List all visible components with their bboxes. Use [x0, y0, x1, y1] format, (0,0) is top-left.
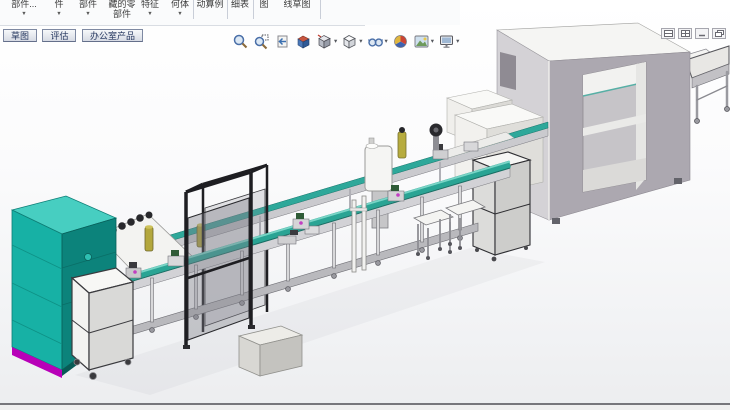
section-view-button[interactable]: [294, 32, 313, 50]
display-style-icon: [341, 33, 358, 50]
tab-evaluate[interactable]: 评估: [42, 29, 76, 42]
previous-view-icon: [274, 33, 291, 50]
ribbon-button-insert-components[interactable]: 部件... ▼: [2, 0, 46, 17]
chevron-down-icon: ▼: [85, 11, 90, 17]
heads-up-view-toolbar: ▾ ▾ ▾ ▾: [231, 32, 460, 50]
view-settings-icon: [438, 33, 455, 50]
command-manager-ribbon: 部件... ▼ 件 ▼ 部件 ▼ 藏的零 部件 特征 ▼ 何体 ▼ 动算例 细表…: [0, 0, 460, 25]
tab-office-products[interactable]: 办公室产品: [82, 29, 143, 42]
zoom-to-area-button[interactable]: [252, 32, 271, 50]
apply-scene-button[interactable]: ▾: [412, 32, 435, 50]
hide-show-items-icon: [367, 33, 384, 50]
chevron-down-icon: ▾: [334, 37, 337, 45]
apply-scene-icon: [413, 33, 430, 50]
window-tile-icon: [681, 30, 690, 37]
chevron-down-icon: ▾: [456, 37, 459, 45]
commandmanager-tabs: 草图 评估 办公室产品: [3, 26, 144, 40]
ribbon-button-exploded-view[interactable]: 图: [254, 0, 274, 10]
viewport-3d[interactable]: [0, 0, 730, 410]
zoom-to-fit-button[interactable]: [231, 32, 250, 50]
hide-show-items-button[interactable]: ▾: [366, 32, 389, 50]
ribbon-button-explode-line-sketch[interactable]: 线草图: [276, 0, 318, 10]
zoom-to-fit-icon: [232, 33, 249, 50]
view-settings-button[interactable]: ▾: [437, 32, 460, 50]
chevron-down-icon: ▼: [177, 11, 182, 17]
window-minimize-icon: [698, 30, 707, 37]
ribbon-separator: [320, 0, 321, 19]
section-view-icon: [295, 33, 312, 50]
window-restore-button[interactable]: [712, 28, 726, 39]
chevron-down-icon: ▼: [147, 11, 152, 17]
chevron-down-icon: ▼: [56, 11, 61, 17]
chevron-down-icon: ▼: [21, 11, 26, 17]
edit-appearance-icon: [392, 33, 409, 50]
chevron-down-icon: ▾: [385, 37, 388, 45]
floor-box[interactable]: [239, 326, 302, 376]
chevron-down-icon: ▾: [359, 37, 362, 45]
edit-appearance-button[interactable]: [391, 32, 410, 50]
zoom-to-area-icon: [253, 33, 270, 50]
document-window-controls: [661, 28, 726, 39]
window-tile-button[interactable]: [678, 28, 692, 39]
view-orientation-button[interactable]: ▾: [315, 32, 338, 50]
window-pane-button[interactable]: [661, 28, 675, 39]
window-restore-icon: [715, 30, 724, 37]
display-style-button[interactable]: ▾: [340, 32, 363, 50]
tab-sketch[interactable]: 草图: [3, 29, 37, 42]
ribbon-button-motion-study[interactable]: 动算例: [194, 0, 226, 10]
previous-view-button[interactable]: [273, 32, 292, 50]
window-minimize-button[interactable]: [695, 28, 709, 39]
ribbon-button-bill-of-materials[interactable]: 细表: [228, 0, 252, 10]
window-pane-icon: [664, 30, 673, 37]
view-orientation-icon: [316, 33, 333, 50]
statusbar-strip: [0, 405, 730, 410]
chevron-down-icon: ▾: [431, 37, 434, 45]
